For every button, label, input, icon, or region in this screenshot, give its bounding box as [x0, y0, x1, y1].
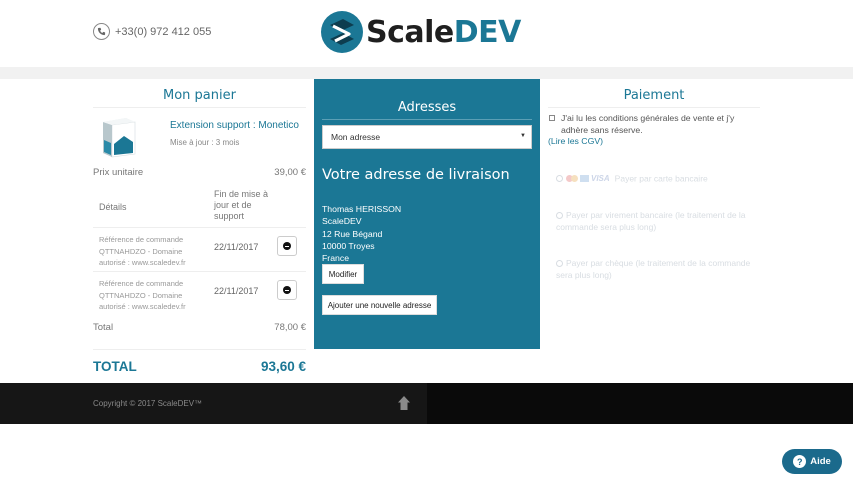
- end-of-support-label: Fin de mise à jour et de support: [214, 189, 269, 221]
- unit-price-row: Prix unitaire 39,00 €: [93, 167, 306, 178]
- order-reference: Référence de commande QTTNAHDZO - Domain…: [99, 235, 186, 267]
- cb-card-icon: [580, 175, 589, 183]
- phone-number: +33(0) 972 412 055: [115, 25, 212, 38]
- table-row: Référence de commande QTTNAHDZO - Domain…: [93, 271, 306, 315]
- address-line: 10000 Troyes: [322, 240, 375, 251]
- product-box-icon: [103, 118, 136, 158]
- grand-total-row: TOTAL 93,60 €: [93, 349, 306, 374]
- payment-option-card[interactable]: VISA Payer par carte bancaire: [556, 173, 751, 185]
- modify-address-button[interactable]: Modifier: [322, 264, 364, 284]
- support-end-date: 22/11/2017: [214, 242, 259, 252]
- radio-button[interactable]: [556, 260, 563, 267]
- unit-price-value: 39,00 €: [274, 167, 306, 178]
- add-address-button[interactable]: Ajouter une nouvelle adresse: [322, 295, 437, 315]
- payment-title: Paiement: [548, 88, 760, 108]
- footer-left-panel: Copyright © 2017 ScaleDEV™: [0, 383, 427, 424]
- remove-item-button[interactable]: [277, 280, 297, 300]
- radio-button[interactable]: [556, 175, 563, 183]
- product-name-link[interactable]: Extension support : Monetico: [170, 120, 299, 131]
- subtotal-label: Total: [93, 322, 114, 333]
- grand-total-label: TOTAL: [93, 359, 137, 374]
- address-line: Thomas HERISSON: [322, 204, 402, 214]
- logo-wordmark: ScaleDEV: [366, 14, 521, 50]
- help-label: Aide: [810, 456, 831, 467]
- support-end-date: 22/11/2017: [214, 286, 259, 296]
- unit-price-label: Prix unitaire: [93, 167, 144, 178]
- help-button[interactable]: ? Aide: [782, 449, 842, 474]
- payment-option-label: Payer par virement bancaire (le traiteme…: [556, 210, 746, 232]
- phone-icon: [93, 23, 110, 40]
- grand-total-value: 93,60 €: [260, 359, 306, 374]
- product-update-duration: Mise à jour : 3 mois: [170, 138, 240, 147]
- cart-column: Mon panier Extension support : Monetico …: [93, 79, 306, 383]
- header-divider-band: [0, 67, 853, 79]
- arrow-up-icon[interactable]: [397, 395, 411, 411]
- question-icon: ?: [793, 455, 807, 468]
- subtotal-value: 78,00 €: [274, 322, 306, 333]
- phone-contact[interactable]: +33(0) 972 412 055: [93, 23, 211, 40]
- address-select[interactable]: Mon adresse ▼: [322, 125, 532, 149]
- cgv-agreement[interactable]: J'ai lu les conditions générales de vent…: [548, 113, 760, 136]
- cgv-link[interactable]: (Lire les CGV): [548, 136, 603, 146]
- minus-circle-icon: [283, 286, 291, 294]
- radio-button[interactable]: [556, 212, 563, 219]
- cgv-text: J'ai lu les conditions générales de vent…: [561, 113, 735, 135]
- address-line: ScaleDEV: [322, 216, 362, 227]
- product-summary: Extension support : Monetico Mise à jour…: [93, 108, 306, 166]
- copyright-text: Copyright © 2017 ScaleDEV™: [93, 399, 203, 408]
- site-header: +33(0) 972 412 055 ScaleDEV: [0, 0, 853, 67]
- logo-mark-icon: [321, 11, 363, 53]
- addresses-title-divider: [322, 119, 532, 120]
- address-line: 12 Rue Bégand: [322, 228, 383, 239]
- payment-option-label: Payer par chèque (le traitement de la co…: [556, 258, 751, 280]
- site-footer: Copyright © 2017 ScaleDEV™: [0, 383, 853, 424]
- delivery-address-heading: Votre adresse de livraison: [322, 167, 510, 183]
- addresses-title: Adresses: [397, 100, 457, 115]
- mastercard-icon: [566, 175, 578, 183]
- card-logos-icon: VISA: [566, 173, 610, 185]
- scaledev-logo[interactable]: ScaleDEV: [321, 11, 521, 53]
- details-label: Détails: [99, 202, 127, 212]
- visa-icon: VISA: [591, 174, 610, 183]
- payment-option-label: Payer par carte bancaire: [614, 173, 708, 184]
- minus-circle-icon: [283, 242, 291, 250]
- order-reference: Référence de commande QTTNAHDZO - Domain…: [99, 279, 186, 311]
- payment-option-cheque[interactable]: Payer par chèque (le traitement de la co…: [556, 258, 751, 281]
- remove-item-button[interactable]: [277, 236, 297, 256]
- payment-column: Paiement J'ai lu les conditions générale…: [548, 79, 760, 349]
- addresses-panel: Adresses Mon adresse ▼ Votre adresse de …: [314, 79, 540, 349]
- address-line: France: [322, 253, 350, 264]
- cart-title: Mon panier: [93, 88, 306, 108]
- address-select-value: Mon adresse: [331, 132, 381, 142]
- cgv-checkbox[interactable]: [549, 115, 555, 121]
- table-row: Référence de commande QTTNAHDZO - Domain…: [93, 227, 306, 271]
- dropdown-arrow-icon: ▼: [520, 133, 526, 139]
- payment-option-transfer[interactable]: Payer par virement bancaire (le traiteme…: [556, 210, 751, 233]
- subtotal-row: Total 78,00 €: [93, 322, 306, 333]
- delivery-address-block: Thomas HERISSON ScaleDEV 12 Rue Bégand 1…: [322, 203, 401, 264]
